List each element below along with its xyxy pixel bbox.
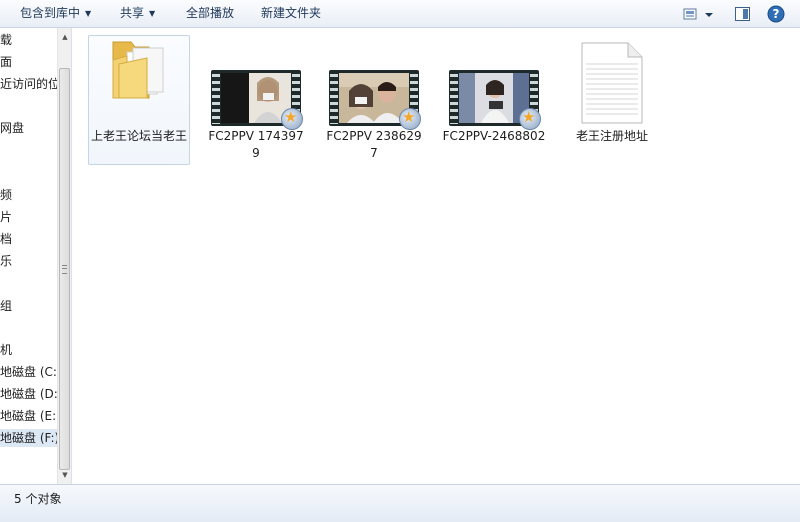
grip-icon	[62, 265, 67, 274]
nav-item-computer[interactable]: 机	[0, 341, 12, 359]
nav-item-drive-c[interactable]: 地磁盘 (C:)	[0, 363, 62, 381]
command-bar: 包含到库中 ▼ 共享 ▼ 全部播放 新建文件夹 ?	[0, 0, 800, 28]
new-folder-label: 新建文件夹	[261, 6, 322, 20]
file-item-video[interactable]: FC2PPV 2386297	[324, 70, 424, 162]
status-bar: 5 个对象	[0, 484, 800, 522]
nav-item-documents[interactable]: 档	[0, 230, 12, 248]
help-label: ?	[772, 7, 780, 21]
chevron-down-icon: ▼	[149, 9, 156, 18]
file-name: FC2PPV 2386297	[326, 129, 422, 160]
include-in-library-label: 包含到库中	[20, 6, 81, 20]
video-thumbnail-icon	[329, 70, 421, 130]
video-thumbnail-icon	[449, 70, 541, 130]
new-folder-button[interactable]: 新建文件夹	[261, 0, 321, 27]
nav-item-homegroup[interactable]: 组	[0, 297, 12, 315]
scroll-thumb[interactable]	[59, 68, 70, 470]
nav-item-music[interactable]: 乐	[0, 252, 12, 270]
help-button[interactable]: ?	[766, 4, 786, 24]
nav-scrollbar[interactable]: ▲ ▼	[57, 28, 71, 484]
file-name: 老王注册地址	[575, 129, 648, 143]
share-label: 共享	[120, 6, 145, 20]
play-all-button[interactable]: 全部播放	[186, 0, 234, 27]
view-options-icon	[683, 8, 713, 20]
file-name: FC2PPV-2468802	[442, 129, 546, 143]
file-item-folder[interactable]: 上老王论坛当老王	[88, 35, 190, 165]
video-thumbnail-icon	[211, 70, 303, 130]
preview-pane-button[interactable]	[734, 4, 752, 24]
scroll-down-icon[interactable]: ▼	[58, 468, 71, 482]
file-name: FC2PPV 1743979	[208, 129, 304, 160]
include-in-library-button[interactable]: 包含到库中 ▼	[20, 0, 91, 27]
nav-item-downloads[interactable]: 载	[0, 31, 12, 49]
nav-item-videos[interactable]: 频	[0, 186, 12, 204]
nav-item-desktop[interactable]: 面	[0, 53, 12, 71]
nav-item-drive-d[interactable]: 地磁盘 (D:)	[0, 385, 62, 403]
change-view-button[interactable]	[682, 4, 716, 24]
media-badge-icon	[519, 108, 541, 130]
nav-item-recent-places[interactable]: 近访问的位	[0, 75, 60, 93]
nav-item-pictures[interactable]: 片	[0, 208, 12, 226]
nav-item-cloud-drive[interactable]: 网盘	[0, 119, 24, 137]
share-button[interactable]: 共享 ▼	[120, 0, 155, 27]
file-list-view: 上老王论坛当老王 FC2PPV 174	[73, 28, 800, 484]
media-badge-icon	[281, 108, 303, 130]
chevron-down-icon: ▼	[85, 9, 92, 18]
file-item-document[interactable]: 老王注册地址	[562, 42, 662, 145]
preview-pane-icon	[735, 7, 750, 21]
folder-icon	[107, 38, 171, 100]
item-count: 5 个对象	[14, 492, 62, 506]
nav-item-drive-f[interactable]: 地磁盘 (F:)	[0, 429, 59, 447]
nav-item-drive-e[interactable]: 地磁盘 (E:)	[0, 407, 61, 425]
play-all-label: 全部播放	[186, 6, 235, 20]
navigation-pane: 载 面 近访问的位 网盘 频 片 档 乐 组 机 地磁盘 (C:) 地磁盘 (D…	[0, 28, 72, 484]
scroll-up-icon[interactable]: ▲	[58, 30, 71, 44]
file-name: 上老王论坛当老王	[90, 129, 187, 143]
media-badge-icon	[399, 108, 421, 130]
file-item-video[interactable]: FC2PPV 1743979	[206, 70, 306, 162]
document-icon	[580, 42, 644, 124]
file-item-video[interactable]: FC2PPV-2468802	[442, 70, 546, 145]
